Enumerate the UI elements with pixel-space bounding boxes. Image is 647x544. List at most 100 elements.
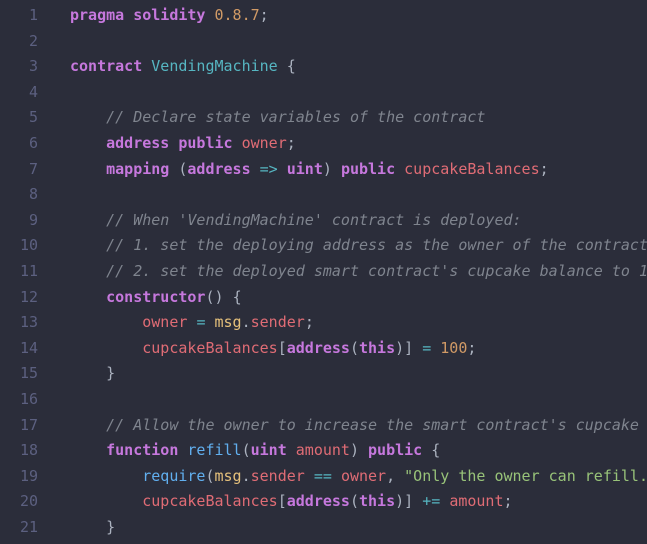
code-line[interactable]: constructor() {: [70, 285, 647, 311]
line-number: 7: [0, 157, 38, 183]
code-line[interactable]: cupcakeBalances[address(this)] = 100;: [70, 336, 647, 362]
code-line[interactable]: // When 'VendingMachine' contract is dep…: [70, 208, 647, 234]
token-pn: (: [205, 467, 214, 485]
token-pl: [359, 441, 368, 459]
line-number: 10: [0, 233, 38, 259]
code-line[interactable]: [70, 80, 647, 106]
token-pl: [70, 492, 142, 510]
token-pl: [224, 288, 233, 306]
token-pn: (: [205, 288, 214, 306]
token-pn: ;: [305, 313, 314, 331]
token-kw: mapping: [106, 160, 169, 178]
token-cm: // Allow the owner to increase the smart…: [106, 416, 647, 434]
code-line[interactable]: pragma solidity 0.8.7;: [70, 3, 647, 29]
token-pl: [70, 364, 106, 382]
token-var: sender: [251, 313, 305, 331]
code-line[interactable]: require(msg.sender == owner, "Only the o…: [70, 464, 647, 490]
code-line[interactable]: // Declare state variables of the contra…: [70, 105, 647, 131]
token-cm: // 1. set the deploying address as the o…: [106, 236, 647, 254]
code-line[interactable]: [70, 387, 647, 413]
token-pn: ;: [287, 134, 296, 152]
token-kw: public: [178, 134, 232, 152]
code-line[interactable]: }: [70, 361, 647, 387]
token-fn: require: [142, 467, 205, 485]
token-var: owner: [142, 313, 187, 331]
code-line[interactable]: cupcakeBalances[address(this)] += amount…: [70, 489, 647, 515]
token-id: msg: [215, 467, 242, 485]
token-pl: [251, 160, 260, 178]
token-pl: [70, 288, 106, 306]
line-number: 8: [0, 182, 38, 208]
token-kw: public: [341, 160, 395, 178]
token-pl: [431, 339, 440, 357]
line-number: 13: [0, 310, 38, 336]
line-number: 12: [0, 285, 38, 311]
code-area[interactable]: pragma solidity 0.8.7; contract VendingM…: [50, 0, 647, 544]
token-num: 100: [440, 339, 467, 357]
token-pl: [205, 313, 214, 331]
token-pl: [70, 211, 106, 229]
token-pn: [: [278, 492, 287, 510]
token-pl: [70, 236, 106, 254]
code-line[interactable]: // 1. set the deploying address as the o…: [70, 233, 647, 259]
token-pn: ]: [404, 339, 413, 357]
token-str: "Only the owner can refill.": [404, 467, 647, 485]
token-pl: [70, 416, 106, 434]
token-pl: [287, 441, 296, 459]
line-number: 9: [0, 208, 38, 234]
token-cm: // 2. set the deployed smart contract's …: [106, 262, 647, 280]
token-pl: [70, 518, 106, 536]
line-number: 3: [0, 54, 38, 80]
code-line[interactable]: contract VendingMachine {: [70, 54, 647, 80]
token-pn: ,: [386, 467, 395, 485]
token-kw: public: [368, 441, 422, 459]
token-pl: [395, 467, 404, 485]
code-editor[interactable]: 123456789101112131415161718192021 pragma…: [0, 0, 647, 544]
token-kw: pragma: [70, 6, 124, 24]
token-pl: [70, 313, 142, 331]
code-line[interactable]: // 2. set the deployed smart contract's …: [70, 259, 647, 285]
token-num: 0.8.7: [215, 6, 260, 24]
token-pn: (: [350, 339, 359, 357]
token-pl: [70, 134, 106, 152]
token-pl: [278, 160, 287, 178]
token-kw: constructor: [106, 288, 205, 306]
token-kw: address: [187, 160, 250, 178]
code-line[interactable]: mapping (address => uint) public cupcake…: [70, 157, 647, 183]
code-line[interactable]: function refill(uint amount) public {: [70, 438, 647, 464]
line-number: 1: [0, 3, 38, 29]
token-pl: [233, 134, 242, 152]
code-line[interactable]: owner = msg.sender;: [70, 310, 647, 336]
line-number-gutter: 123456789101112131415161718192021: [0, 0, 50, 544]
line-number: 18: [0, 438, 38, 464]
token-kw: address: [287, 492, 350, 510]
line-number: 17: [0, 413, 38, 439]
token-op: =: [422, 339, 431, 357]
token-pl: [395, 160, 404, 178]
code-line[interactable]: [70, 182, 647, 208]
code-line[interactable]: }: [70, 515, 647, 541]
token-pl: [124, 6, 133, 24]
token-var: owner: [341, 467, 386, 485]
token-var: owner: [242, 134, 287, 152]
token-op: =>: [260, 160, 278, 178]
token-pn: ;: [540, 160, 549, 178]
token-kw: uint: [251, 441, 287, 459]
code-line[interactable]: [70, 29, 647, 55]
token-pn: ): [350, 441, 359, 459]
token-pl: [70, 467, 142, 485]
token-pn: {: [233, 288, 242, 306]
token-var: cupcakeBalances: [404, 160, 539, 178]
token-kw: solidity: [133, 6, 205, 24]
token-pn: {: [287, 57, 296, 75]
code-line[interactable]: address public owner;: [70, 131, 647, 157]
token-id: msg: [215, 313, 242, 331]
line-number: 6: [0, 131, 38, 157]
line-number: 15: [0, 361, 38, 387]
token-pn: (: [242, 441, 251, 459]
token-pn: ;: [504, 492, 513, 510]
token-pl: [332, 467, 341, 485]
code-line[interactable]: // Allow the owner to increase the smart…: [70, 413, 647, 439]
token-pn: ): [395, 492, 404, 510]
token-pl: [413, 339, 422, 357]
